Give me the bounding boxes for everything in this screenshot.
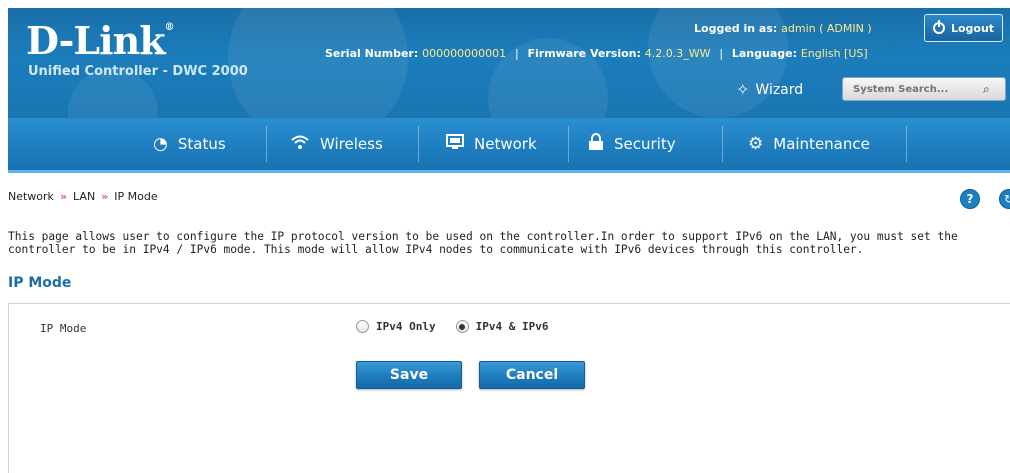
nav-network[interactable]: Network: [446, 118, 537, 170]
login-info: Logged in as: admin ( ADMIN ): [694, 22, 872, 35]
wifi-icon: [290, 134, 310, 155]
page-description: This page allows user to configure the I…: [8, 230, 958, 256]
header-banner: D-Link® Unified Controller - DWC 2000 Lo…: [8, 8, 1010, 118]
nav-divider: [722, 126, 723, 162]
nav-divider: [568, 126, 569, 162]
product-subtitle: Unified Controller - DWC 2000: [28, 64, 248, 79]
monitor-icon: [446, 133, 464, 155]
nav-status[interactable]: ◔ Status: [153, 118, 226, 170]
logout-button[interactable]: Logout: [924, 14, 1003, 42]
breadcrumb-ip-mode: IP Mode: [114, 190, 158, 203]
refresh-icon[interactable]: ↻: [999, 189, 1010, 209]
ip-mode-label: IP Mode: [40, 322, 87, 335]
logged-in-user: admin ( ADMIN ): [781, 22, 872, 35]
nav-wireless[interactable]: Wireless: [290, 118, 383, 170]
language-select[interactable]: English [US]: [801, 47, 868, 60]
save-button[interactable]: Save: [356, 361, 462, 389]
ipv4-ipv6-option[interactable]: IPv4 & IPv6: [455, 320, 548, 333]
serial-number: 000000000001: [422, 47, 507, 60]
firmware-version: 4.2.0.3_WW: [644, 47, 711, 60]
help-icon[interactable]: ?: [960, 189, 980, 209]
breadcrumb-lan[interactable]: LAN: [73, 190, 95, 203]
nav-maintenance[interactable]: ⚙ Maintenance: [748, 118, 870, 170]
power-icon: [932, 20, 945, 34]
nav-divider: [906, 126, 907, 162]
breadcrumb-network[interactable]: Network: [8, 190, 54, 203]
nav-divider: [418, 126, 419, 162]
lock-icon: [588, 132, 604, 156]
nav-divider: [266, 126, 267, 162]
main-nav: ◔ Status Wireless Network Security ⚙ Mai…: [8, 118, 1010, 173]
device-info: Serial Number: 000000000001 | Firmware V…: [325, 47, 868, 60]
gears-icon: ⚙: [748, 134, 764, 154]
breadcrumb: Network» LAN» IP Mode: [8, 190, 158, 203]
search-icon[interactable]: ⌕: [983, 82, 990, 97]
ipv4-only-option[interactable]: IPv4 Only: [356, 320, 436, 333]
section-title: IP Mode: [8, 275, 72, 291]
ipv4-ipv6-radio[interactable]: [455, 320, 469, 333]
gauge-icon: ◔: [153, 134, 168, 154]
ip-mode-radio-group: IPv4 Only IPv4 & IPv6: [356, 320, 568, 333]
system-search: ⌕: [842, 77, 1006, 101]
ipv4-only-radio[interactable]: [356, 320, 369, 333]
nav-security[interactable]: Security: [588, 118, 676, 170]
cancel-button[interactable]: Cancel: [479, 361, 585, 389]
dlink-logo: D-Link®: [26, 18, 175, 63]
wizard-link[interactable]: ✧ Wizard: [736, 80, 803, 99]
search-input[interactable]: [843, 83, 979, 95]
wand-icon: ✧: [736, 80, 750, 99]
